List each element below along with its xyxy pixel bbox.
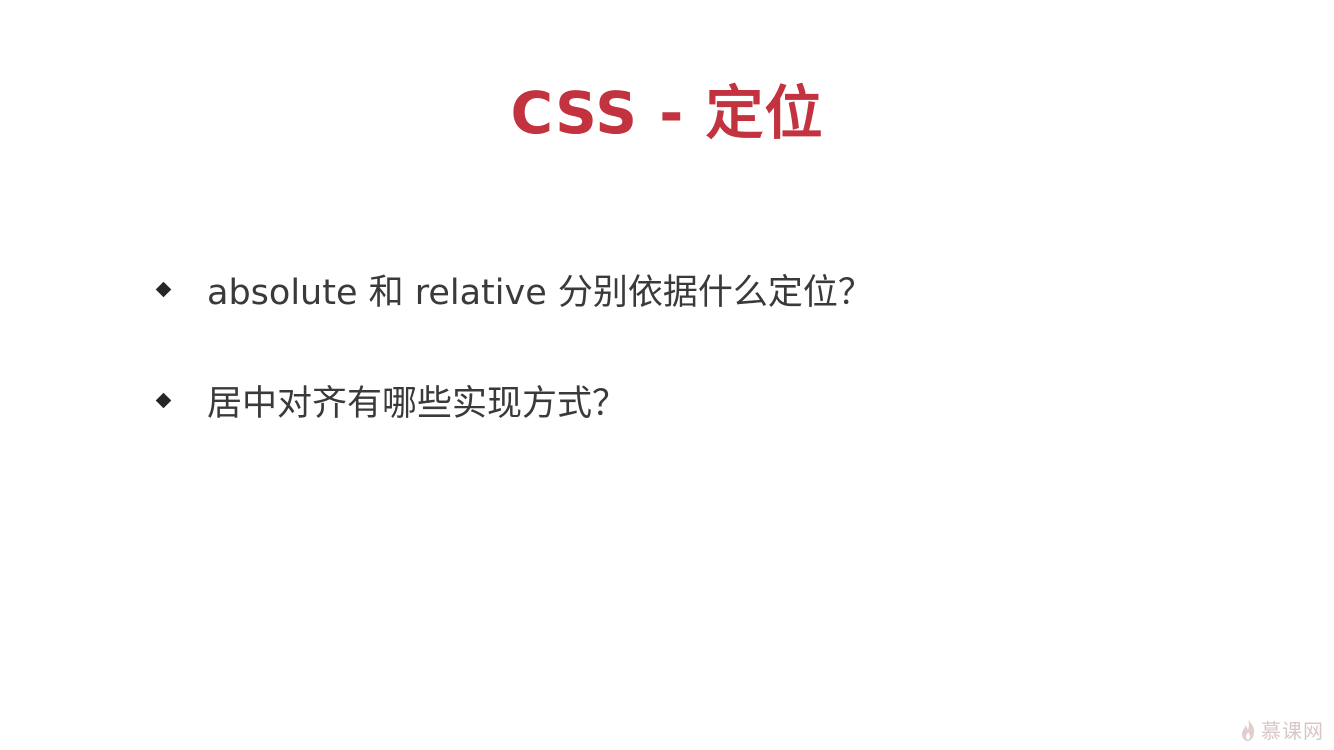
bullet-text: 居中对齐有哪些实现方式？ [207,383,628,424]
bullet-list: absolute 和 relative 分别依据什么定位？ 居中对齐有哪些实现方… [152,258,873,480]
slide-title: CSS - 定位 [510,79,824,147]
watermark-text: 慕课网 [1261,719,1324,743]
bullet-item: absolute 和 relative 分别依据什么定位？ [152,258,873,320]
slide: CSS - 定位 absolute 和 relative 分别依据什么定位？ 居… [0,0,1334,750]
watermark-logo: 慕课网 [1239,715,1324,744]
bullet-text: absolute 和 relative 分别依据什么定位？ [207,272,873,313]
diamond-bullet-icon [155,281,172,297]
diamond-bullet-icon [155,392,172,408]
bullet-item: 居中对齐有哪些实现方式？ [152,369,873,431]
flame-logo-icon [1242,718,1255,741]
